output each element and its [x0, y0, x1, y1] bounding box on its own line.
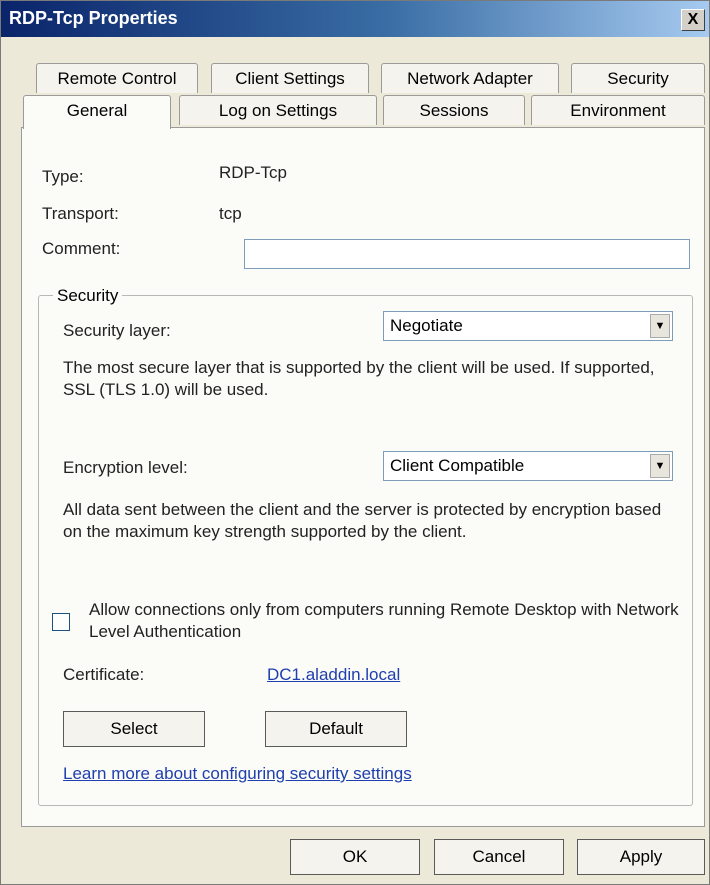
certificate-link[interactable]: DC1.aladdin.local	[267, 665, 400, 685]
tab-log-on-settings[interactable]: Log on Settings	[179, 95, 377, 125]
security-layer-value: Negotiate	[390, 316, 463, 335]
nla-checkbox[interactable]	[52, 613, 70, 631]
properties-dialog: RDP-Tcp Properties X Remote Control Clie…	[0, 0, 710, 885]
tab-security[interactable]: Security	[571, 63, 705, 93]
tab-client-settings[interactable]: Client Settings	[211, 63, 369, 93]
nla-checkbox-label[interactable]: Allow connections only from computers ru…	[89, 599, 679, 643]
select-button[interactable]: Select	[63, 711, 205, 747]
certificate-label: Certificate:	[63, 665, 145, 684]
comment-label: Comment:	[42, 239, 121, 258]
security-group-title: Security	[53, 286, 123, 306]
security-layer-description: The most secure layer that is supported …	[63, 358, 655, 399]
apply-button[interactable]: Apply	[577, 839, 705, 875]
comment-field[interactable]	[244, 239, 690, 269]
type-label: Type:	[42, 167, 84, 186]
security-layer-select[interactable]: Negotiate ▼	[383, 311, 673, 341]
ok-button[interactable]: OK	[290, 839, 420, 875]
encryption-level-description: All data sent between the client and the…	[63, 500, 662, 541]
close-button[interactable]: X	[681, 9, 705, 31]
cancel-button[interactable]: Cancel	[434, 839, 564, 875]
tab-remote-control[interactable]: Remote Control	[36, 63, 198, 93]
title-bar[interactable]: RDP-Tcp Properties X	[1, 1, 709, 37]
encryption-level-select[interactable]: Client Compatible ▼	[383, 451, 673, 481]
default-button[interactable]: Default	[265, 711, 407, 747]
encryption-level-label: Encryption level:	[63, 458, 188, 477]
transport-value: tcp	[219, 204, 242, 223]
tab-network-adapter[interactable]: Network Adapter	[381, 63, 559, 93]
close-icon: X	[687, 11, 699, 28]
tab-environment[interactable]: Environment	[531, 95, 705, 125]
tab-general[interactable]: General	[23, 95, 171, 129]
type-value: RDP-Tcp	[219, 163, 288, 182]
tab-sessions[interactable]: Sessions	[383, 95, 525, 125]
window-title: RDP-Tcp Properties	[9, 8, 178, 28]
learn-more-link[interactable]: Learn more about configuring security se…	[63, 764, 412, 784]
security-layer-label: Security layer:	[63, 321, 171, 340]
chevron-down-icon[interactable]: ▼	[650, 314, 670, 338]
transport-label: Transport:	[42, 204, 119, 223]
encryption-level-value: Client Compatible	[390, 456, 525, 475]
chevron-down-icon[interactable]: ▼	[650, 454, 670, 478]
